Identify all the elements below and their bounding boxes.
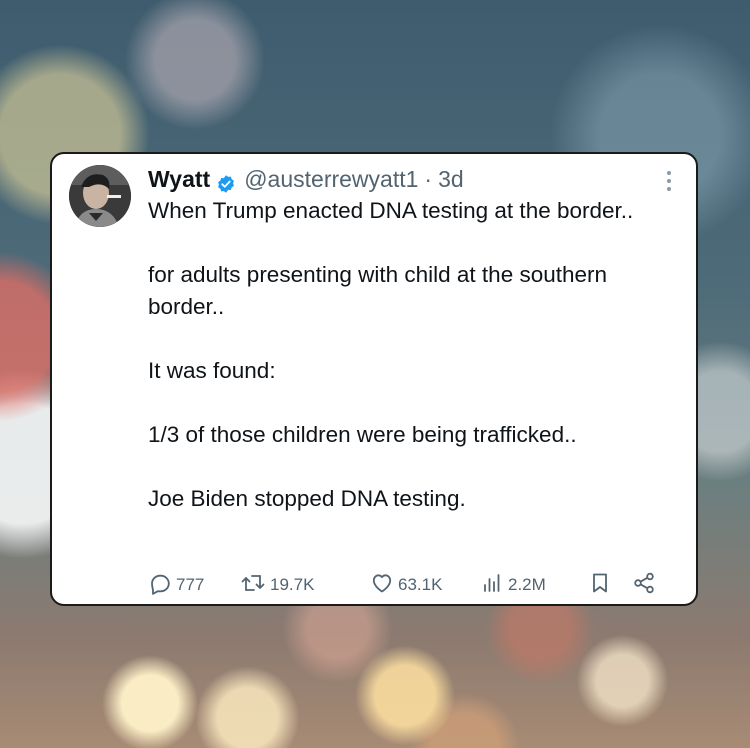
reply-button[interactable]: 777 (148, 568, 204, 602)
share-button[interactable] (632, 568, 660, 602)
repost-icon (240, 571, 270, 600)
like-icon (370, 571, 398, 600)
user-handle[interactable]: @austerrewyatt1 (244, 162, 418, 196)
tweet-paragraph: for adults presenting with child at the … (148, 262, 608, 319)
tweet-age[interactable]: 3d (438, 162, 464, 196)
tweet-paragraph: When Trump enacted DNA testing at the bo… (148, 198, 634, 223)
display-name[interactable]: Wyatt (148, 162, 210, 196)
share-icon (632, 571, 660, 600)
like-button[interactable]: 63.1K (370, 568, 442, 602)
reply-icon (148, 571, 176, 600)
repost-button[interactable]: 19.7K (240, 568, 314, 602)
avatar[interactable] (69, 165, 131, 227)
tweet-card: Wyatt @austerrewyatt1 · 3d When Trump en… (50, 152, 698, 606)
tweet-text: When Trump enacted DNA testing at the bo… (148, 195, 678, 515)
tweet-paragraph: Joe Biden stopped DNA testing. (148, 486, 466, 511)
tweet-header: Wyatt @austerrewyatt1 · 3d (148, 162, 464, 196)
separator-dot: · (424, 166, 433, 192)
bookmark-icon (588, 571, 616, 600)
tweet-paragraph: It was found: (148, 358, 276, 383)
like-count: 63.1K (398, 575, 443, 594)
tweet-paragraph: 1/3 of those children were being traffic… (148, 422, 577, 447)
repost-count: 19.7K (270, 575, 315, 594)
more-options-icon[interactable] (664, 168, 674, 194)
views-button[interactable]: 2.2M (480, 568, 546, 602)
views-count: 2.2M (508, 575, 546, 594)
bookmark-button[interactable] (588, 568, 616, 602)
tweet-actions: 777 19.7K 63.1K 2.2M (148, 568, 678, 602)
reply-count: 777 (176, 575, 205, 594)
verified-badge-icon (216, 169, 236, 193)
views-icon (480, 571, 508, 600)
